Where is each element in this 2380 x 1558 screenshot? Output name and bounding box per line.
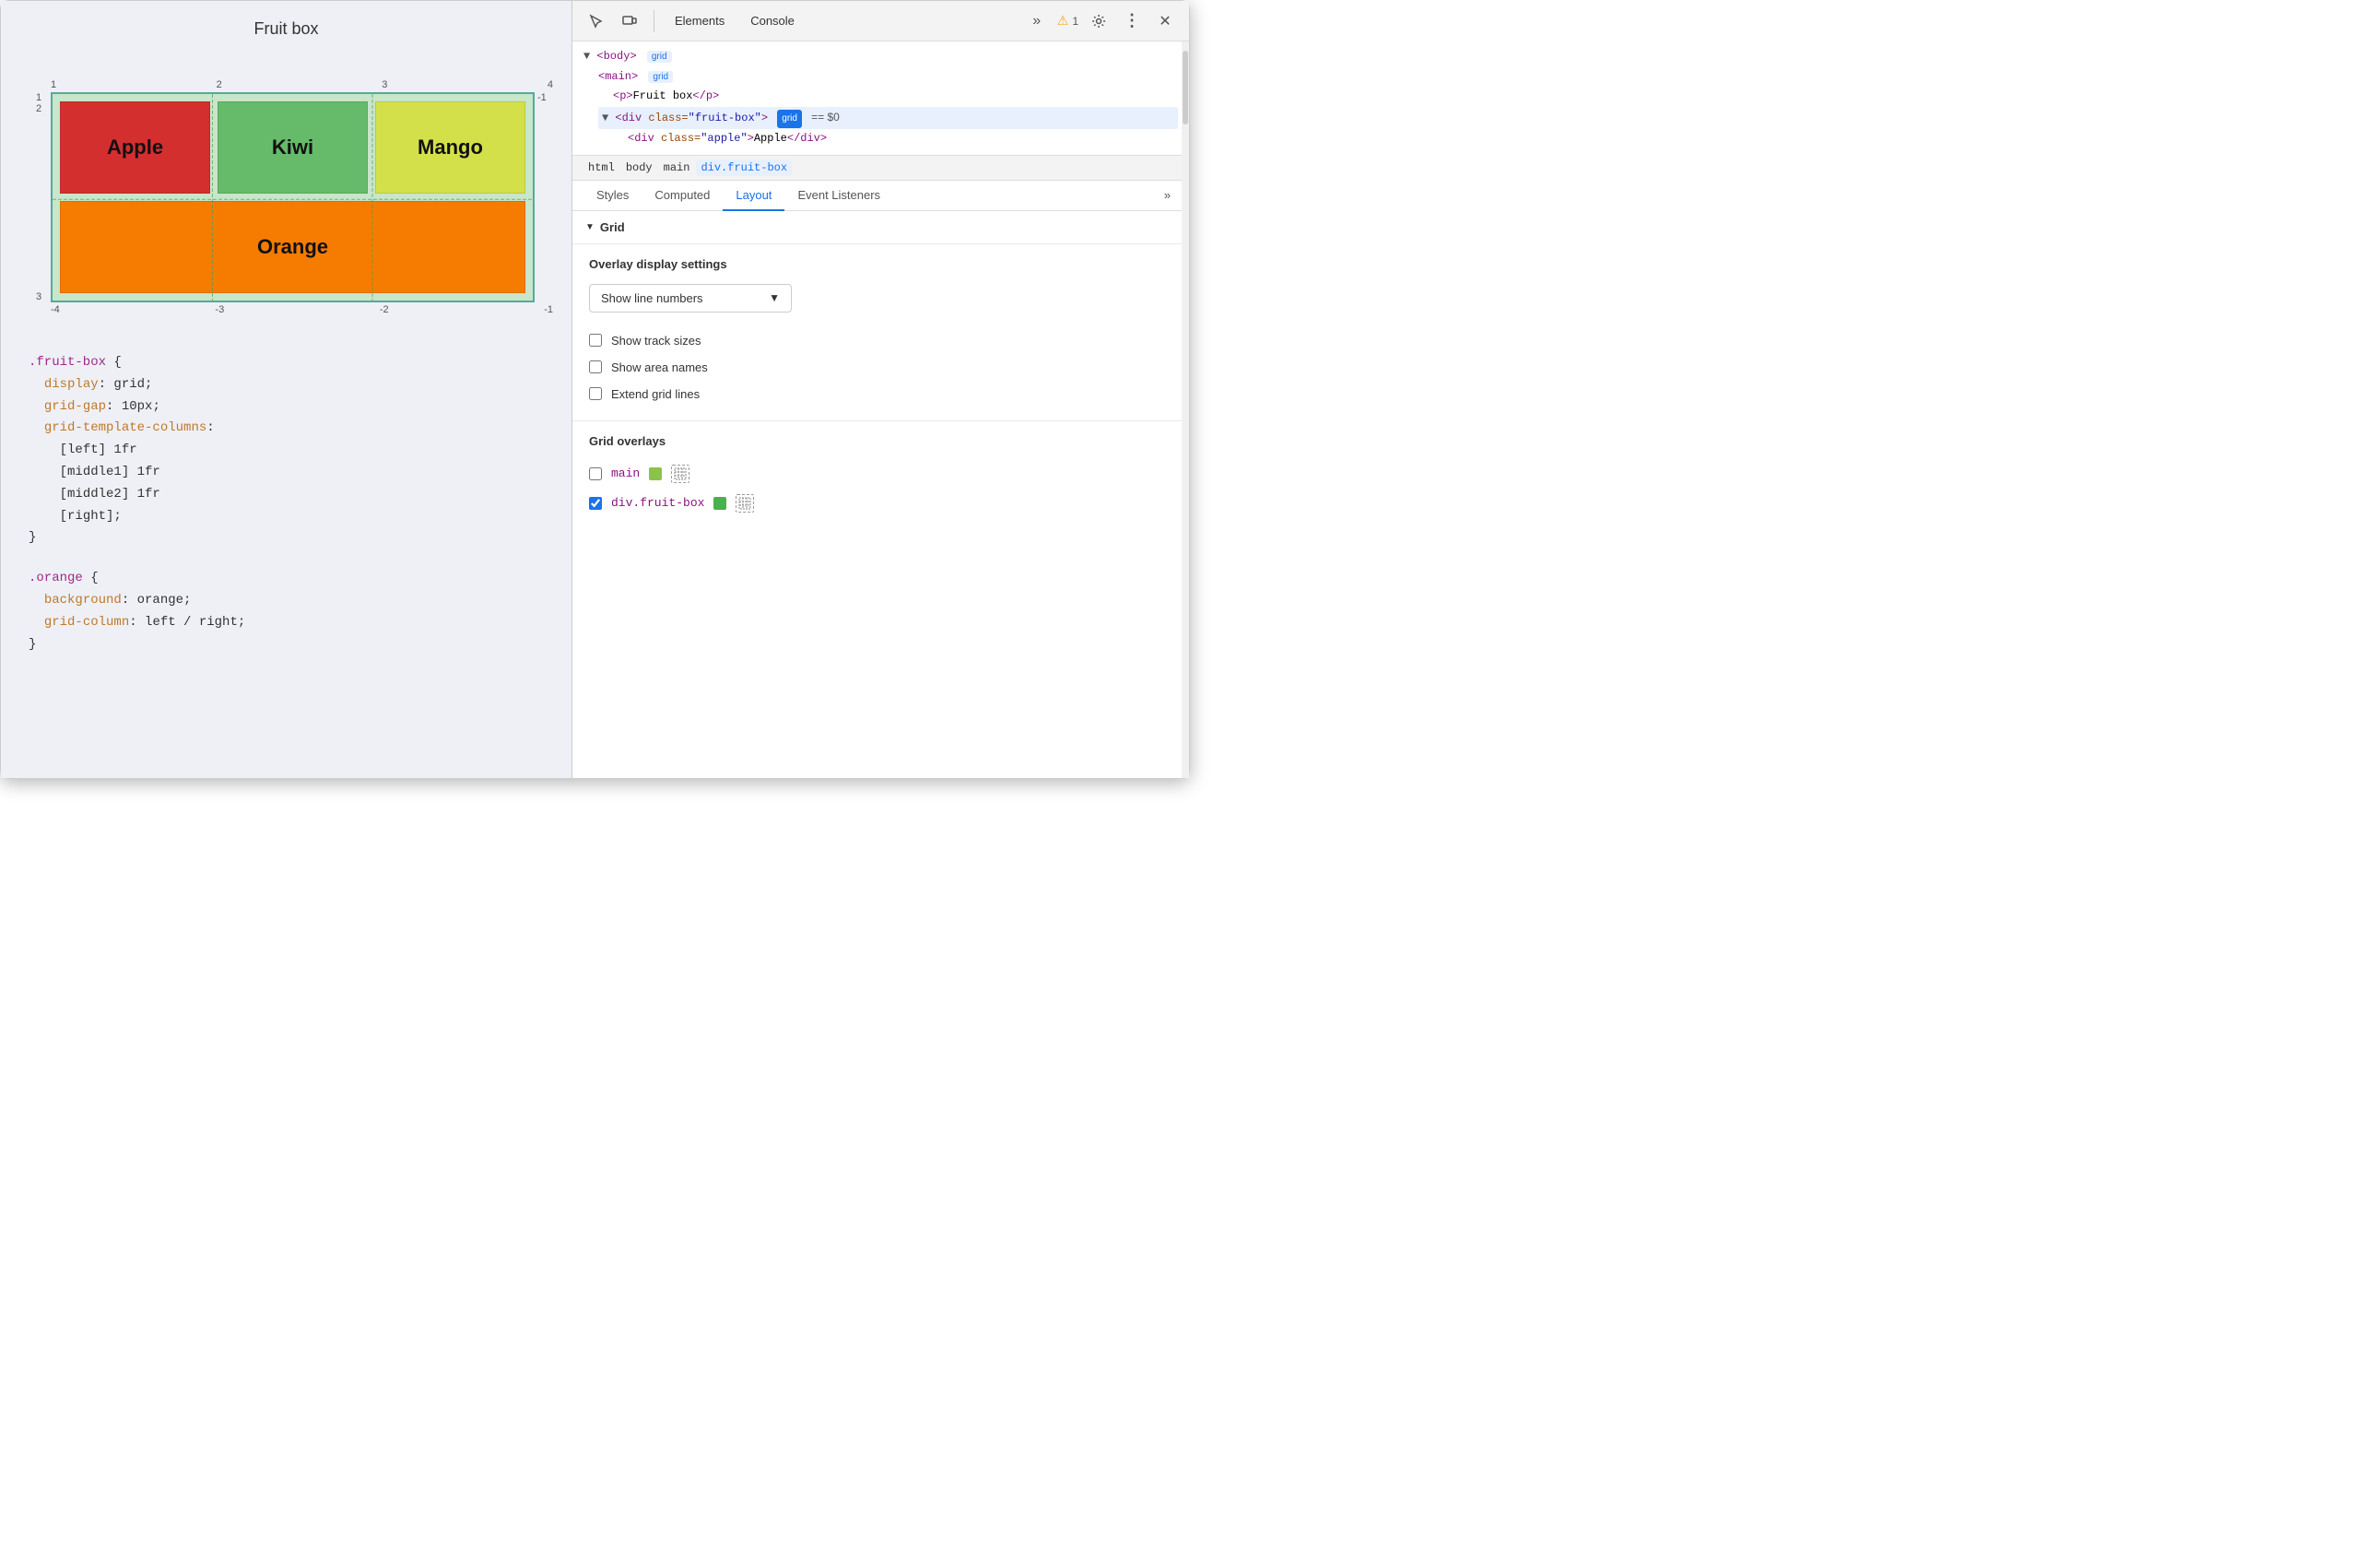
device-toggle-btn[interactable] [617, 8, 642, 34]
bottom-grid-numbers: -4 -3 -2 -1 [36, 304, 553, 315]
html-line-div-fruitbox[interactable]: ▼ <div class="fruit-box"> grid == $0 [598, 107, 1178, 130]
extend-grid-lines-label: Extend grid lines [611, 387, 700, 401]
orange-cell: Orange [60, 201, 525, 293]
tab-styles[interactable]: Styles [583, 181, 642, 211]
top-grid-numbers: 1 2 3 4 [36, 79, 553, 90]
extend-grid-lines-checkbox[interactable] [589, 387, 602, 400]
overlay-fruit-box-checkbox[interactable] [589, 497, 602, 510]
html-tree: ▼ <body> grid <main> grid <p>Fruit box</… [572, 41, 1189, 156]
tab-elements[interactable]: Elements [666, 10, 734, 31]
html-line-body: ▼ <body> grid [583, 47, 1178, 67]
overlay-fruit-box-icon-btn[interactable] [736, 494, 754, 513]
html-line-div-apple: <div class="apple">Apple</div> [583, 129, 1178, 149]
scrollbar-thumb[interactable] [1183, 51, 1188, 124]
topbar-right: » ⚠ 1 ⋮ ✕ [1024, 8, 1178, 34]
right-grid-numbers: -1 [535, 92, 553, 302]
overlay-display-title: Overlay display settings [589, 257, 1172, 271]
chevron-down-icon: ▼ [769, 291, 780, 304]
breadcrumb-main[interactable]: main [659, 159, 695, 176]
close-btn[interactable]: ✕ [1152, 8, 1178, 34]
more-tabs-btn[interactable]: » [1024, 8, 1050, 34]
breadcrumb-div-fruitbox[interactable]: div.fruit-box [696, 159, 792, 176]
page-title: Fruit box [19, 19, 553, 39]
scrollbar[interactable] [1182, 41, 1189, 778]
warning-badge: ⚠ 1 [1057, 13, 1078, 29]
overlay-main-checkbox[interactable] [589, 467, 602, 480]
device-icon [622, 14, 637, 29]
sub-tabs: Styles Computed Layout Event Listeners » [572, 181, 1189, 211]
grid-section-label: Grid [600, 220, 625, 234]
overlay-fruit-box-label: div.fruit-box [611, 496, 704, 510]
grid-visualization: 1 2 3 4 1 2 3 Apple Kiwi Mango Orange [19, 61, 553, 334]
grid-section-header[interactable]: ▼ Grid [572, 211, 1189, 243]
dropdown-value: Show line numbers [601, 291, 703, 305]
breadcrumb-trail: html body main div.fruit-box [572, 156, 1189, 181]
tab-console[interactable]: Console [741, 10, 804, 31]
left-grid-numbers: 1 2 3 [36, 92, 51, 302]
extend-grid-lines-row: Extend grid lines [589, 381, 1172, 407]
gear-icon [1091, 14, 1106, 29]
show-line-numbers-dropdown[interactable]: Show line numbers ▼ [589, 284, 792, 313]
cursor-icon-btn[interactable] [583, 8, 609, 34]
devtools-panel: Elements Console » ⚠ 1 ⋮ ✕ ▼ <body> grid [572, 1, 1189, 778]
html-line-main: <main> grid [583, 67, 1178, 88]
show-area-names-row: Show area names [589, 354, 1172, 381]
show-track-sizes-row: Show track sizes [589, 327, 1172, 354]
cursor-icon [589, 14, 604, 29]
overlay-row-fruit-box: div.fruit-box [589, 489, 1172, 518]
more-menu-btn[interactable]: ⋮ [1119, 8, 1145, 34]
html-line-p: <p>Fruit box</p> [583, 87, 1178, 107]
left-panel: Fruit box 1 2 3 4 1 2 3 Apple Kiwi Mango [1, 1, 572, 778]
dropdown-row: Show line numbers ▼ [589, 284, 1172, 313]
show-track-sizes-checkbox[interactable] [589, 334, 602, 347]
code-block-1: .fruit-box { display: grid; grid-gap: 10… [19, 352, 553, 549]
tab-layout[interactable]: Layout [723, 181, 784, 211]
grid-inner: Apple Kiwi Mango Orange [53, 94, 533, 301]
show-area-names-label: Show area names [611, 360, 708, 374]
breadcrumb-body[interactable]: body [621, 159, 657, 176]
grid-wrapper: Apple Kiwi Mango Orange [51, 92, 535, 302]
overlay-main-color-swatch [649, 467, 662, 480]
tab-event-listeners[interactable]: Event Listeners [784, 181, 893, 211]
show-area-names-checkbox[interactable] [589, 360, 602, 373]
overlay-fruit-box-color-swatch [713, 497, 726, 510]
tab-computed[interactable]: Computed [642, 181, 723, 211]
grid-overlays-title: Grid overlays [589, 434, 1172, 448]
overlay-main-icon-btn[interactable] [671, 465, 689, 483]
collapse-arrow-icon: ▼ [585, 222, 595, 232]
devtools-topbar: Elements Console » ⚠ 1 ⋮ ✕ [572, 1, 1189, 41]
grid-icon-2 [738, 497, 751, 510]
overlay-settings: Overlay display settings Show line numbe… [572, 244, 1189, 420]
kiwi-cell: Kiwi [218, 101, 368, 194]
more-tabs-icon[interactable]: » [1157, 181, 1178, 210]
code-block-2: .orange { background: orange; grid-colum… [19, 568, 553, 655]
overlay-row-main: main [589, 459, 1172, 489]
layout-panel: ▼ Grid Overlay display settings Show lin… [572, 211, 1189, 778]
warning-icon: ⚠ [1057, 13, 1069, 29]
settings-btn[interactable] [1086, 8, 1112, 34]
grid-row: 1 2 3 Apple Kiwi Mango Orange [36, 92, 553, 302]
grid-overlays-section: Grid overlays main [572, 421, 1189, 531]
apple-cell: Apple [60, 101, 210, 194]
mango-cell: Mango [375, 101, 525, 194]
show-track-sizes-label: Show track sizes [611, 334, 701, 348]
breadcrumb-html[interactable]: html [583, 159, 619, 176]
grid-icon [674, 467, 687, 480]
overlay-main-label: main [611, 466, 640, 480]
